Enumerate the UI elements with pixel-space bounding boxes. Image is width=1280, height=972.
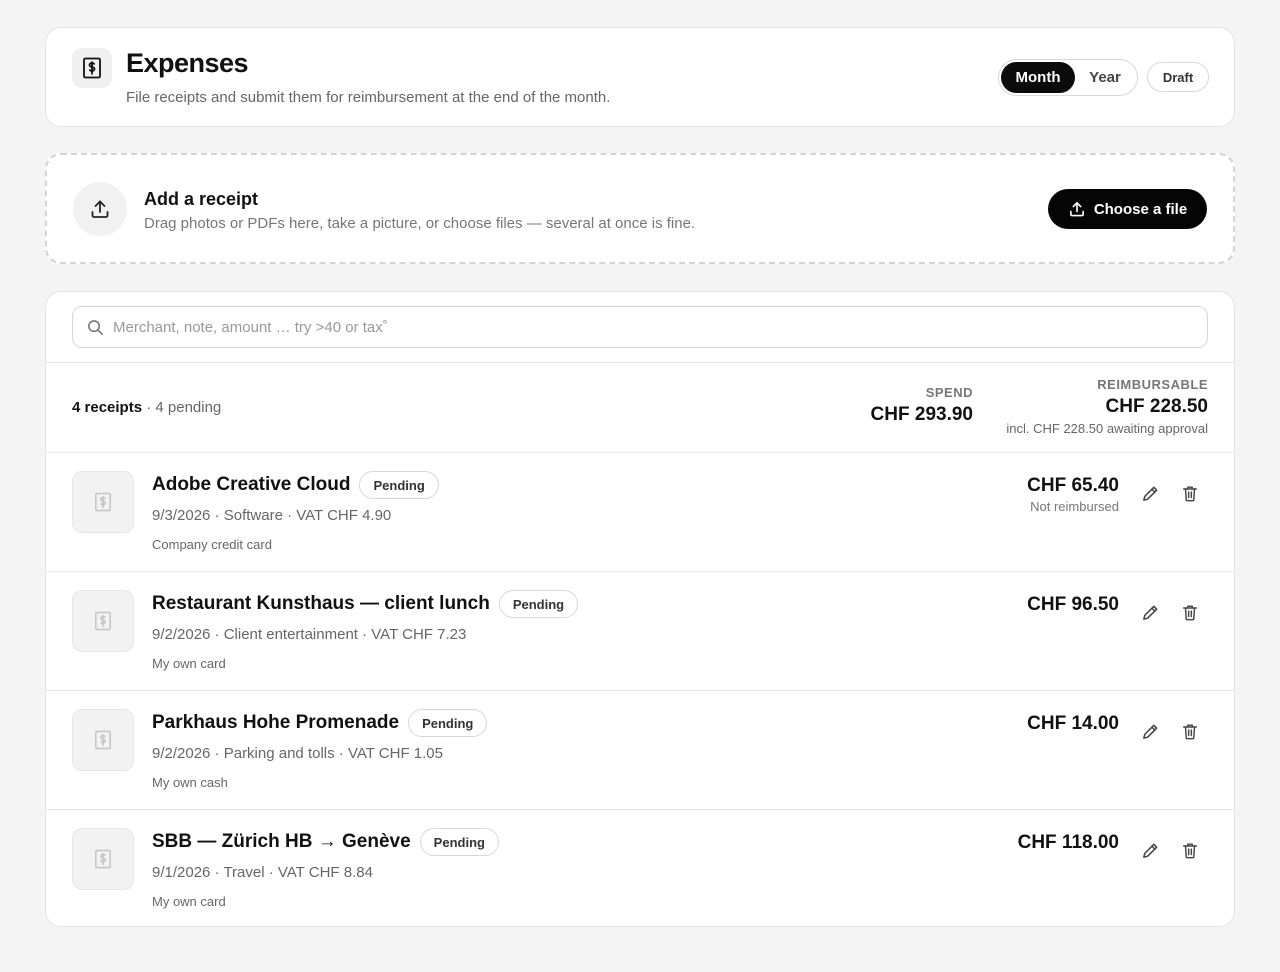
pencil-icon bbox=[1142, 843, 1157, 858]
pencil-icon bbox=[1142, 486, 1157, 501]
pending-count-label: · 4 pending bbox=[146, 399, 222, 416]
pencil-icon bbox=[1142, 724, 1157, 739]
reimbursement-note: Not reimbursed bbox=[1030, 499, 1119, 514]
receipt-placeholder-icon bbox=[94, 611, 112, 631]
trash-icon bbox=[1182, 485, 1198, 501]
receipt-thumbnail[interactable] bbox=[72, 471, 134, 533]
status-badge: Pending bbox=[498, 590, 579, 618]
spend-value: CHF 293.90 bbox=[870, 404, 973, 425]
delete-button[interactable] bbox=[1175, 835, 1205, 865]
payment-method: Company credit card bbox=[152, 537, 272, 552]
receipt-meta: 9/3/2026 · Software · VAT CHF 4.90 bbox=[152, 507, 392, 524]
page-subtitle: File receipts and submit them for reimbu… bbox=[126, 89, 611, 106]
receipts-card: 4 receipts · 4 pending SPEND CHF 293.90 … bbox=[45, 291, 1235, 927]
period-toggle: Month Year bbox=[998, 59, 1138, 96]
receipt-meta: 9/1/2026 · Travel · VAT CHF 8.84 bbox=[152, 864, 373, 881]
receipt-thumbnail[interactable] bbox=[72, 590, 134, 652]
search-box[interactable] bbox=[72, 306, 1208, 348]
receipt-meta: 9/2/2026 · Client entertainment · VAT CH… bbox=[152, 626, 467, 643]
receipt-amount: CHF 14.00 bbox=[1027, 713, 1119, 734]
status-badge: Pending bbox=[359, 471, 439, 499]
trash-icon bbox=[1182, 842, 1198, 858]
receipt-title: Parkhaus Hohe Promenade bbox=[152, 712, 400, 733]
status-badge: Pending bbox=[408, 709, 488, 737]
receipt-count-label: 4 receipts bbox=[72, 399, 143, 416]
receipt-title: SBB — Zürich HB → Genève bbox=[152, 831, 411, 852]
pencil-icon bbox=[1142, 605, 1157, 620]
receipt-thumbnail[interactable] bbox=[72, 828, 134, 890]
trash-icon bbox=[1182, 723, 1198, 739]
choose-file-label: Choose a file bbox=[1093, 200, 1188, 218]
delete-button[interactable] bbox=[1175, 478, 1205, 508]
receipt-placeholder-icon bbox=[94, 730, 112, 750]
reimbursable-total: REIMBURSABLE CHF 228.50 incl. CHF 228.50… bbox=[1006, 377, 1208, 436]
payment-method: My own cash bbox=[152, 775, 228, 790]
receipt-placeholder-icon bbox=[94, 492, 112, 512]
receipt-title: Adobe Creative Cloud bbox=[152, 474, 351, 495]
upload-dropzone[interactable]: Add a receipt Drag photos or PDFs here, … bbox=[45, 153, 1235, 264]
receipt-count: 4 receipts · 4 pending bbox=[72, 399, 221, 416]
edit-button[interactable] bbox=[1135, 716, 1165, 746]
receipt-thumbnail[interactable] bbox=[72, 709, 134, 771]
spend-label: SPEND bbox=[925, 385, 973, 400]
receipt-dollar-icon bbox=[72, 48, 112, 88]
receipt-amount: CHF 96.50 bbox=[1027, 594, 1119, 615]
trash-icon bbox=[1182, 604, 1198, 620]
period-month-option[interactable]: Month bbox=[1001, 62, 1075, 93]
receipt-row[interactable]: Restaurant Kunsthaus — client lunch Pend… bbox=[46, 572, 1234, 691]
receipt-amount: CHF 65.40 bbox=[1027, 475, 1119, 496]
divider bbox=[46, 362, 1234, 363]
reimbursable-label: REIMBURSABLE bbox=[1097, 377, 1208, 392]
receipt-amount: CHF 118.00 bbox=[1017, 832, 1119, 853]
spend-total: SPEND CHF 293.90 bbox=[871, 385, 973, 426]
upload-title: Add a receipt bbox=[144, 189, 259, 209]
reimbursable-note: incl. CHF 228.50 awaiting approval bbox=[1006, 421, 1208, 436]
receipt-row[interactable]: Parkhaus Hohe Promenade Pending 9/2/2026… bbox=[46, 691, 1234, 810]
header-card: Expenses File receipts and submit them f… bbox=[45, 27, 1235, 127]
upload-icon bbox=[73, 182, 127, 236]
receipt-row[interactable]: SBB — Zürich HB → Genève Pending 9/1/202… bbox=[46, 810, 1234, 926]
edit-button[interactable] bbox=[1135, 835, 1165, 865]
receipt-meta: 9/2/2026 · Parking and tolls · VAT CHF 1… bbox=[152, 745, 443, 762]
search-icon bbox=[88, 319, 103, 335]
receipt-title: Restaurant Kunsthaus — client lunch bbox=[152, 593, 490, 614]
draft-button[interactable]: Draft bbox=[1147, 62, 1209, 92]
edit-button[interactable] bbox=[1135, 478, 1165, 508]
upload-icon bbox=[1069, 202, 1084, 217]
status-badge: Pending bbox=[419, 828, 499, 856]
receipt-placeholder-icon bbox=[94, 849, 112, 869]
receipt-row[interactable]: Adobe Creative Cloud Pending 9/3/2026 · … bbox=[46, 453, 1234, 572]
edit-button[interactable] bbox=[1135, 597, 1165, 627]
choose-file-button[interactable]: Choose a file bbox=[1048, 189, 1207, 229]
reimbursable-value: CHF 228.50 bbox=[1105, 396, 1208, 417]
payment-method: My own card bbox=[152, 656, 226, 671]
period-year-option[interactable]: Year bbox=[1075, 62, 1135, 93]
payment-method: My own card bbox=[152, 894, 226, 909]
page-title: Expenses bbox=[126, 48, 249, 78]
upload-description: Drag photos or PDFs here, take a picture… bbox=[144, 215, 696, 232]
delete-button[interactable] bbox=[1175, 716, 1205, 746]
search-input[interactable] bbox=[113, 318, 1193, 336]
delete-button[interactable] bbox=[1175, 597, 1205, 627]
